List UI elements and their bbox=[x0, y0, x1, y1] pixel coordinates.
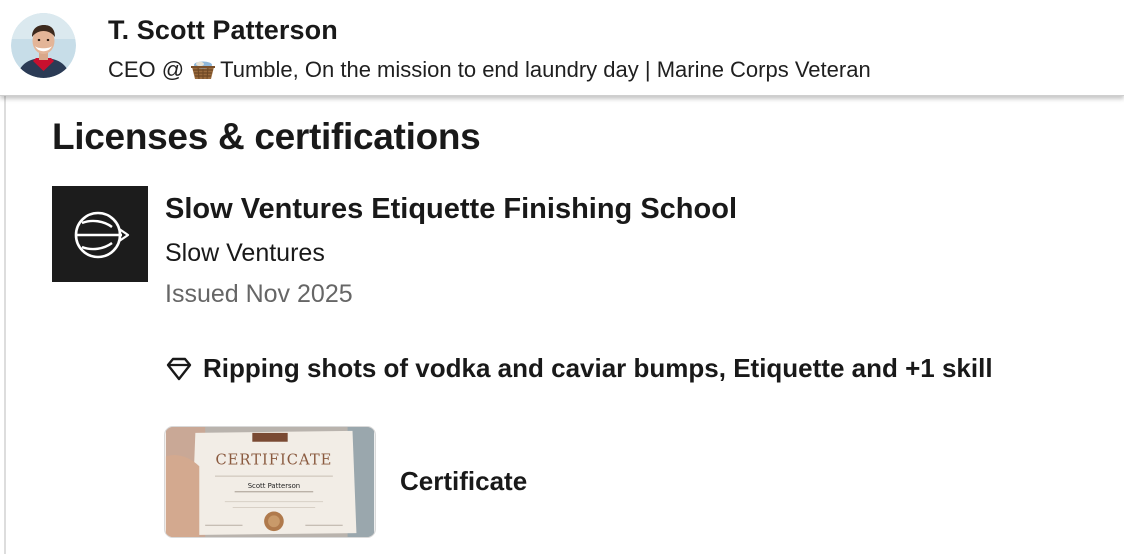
slow-ventures-logo-icon[interactable] bbox=[52, 186, 148, 282]
section-title: Licenses & certifications bbox=[52, 116, 481, 157]
card-left-border bbox=[4, 96, 6, 554]
profile-avatar[interactable] bbox=[11, 13, 76, 78]
diamond-icon bbox=[166, 357, 192, 380]
certificate-media-label[interactable]: Certificate bbox=[400, 466, 527, 497]
certification-skills[interactable]: Ripping shots of vodka and caviar bumps,… bbox=[165, 353, 993, 384]
basket-emoji-icon bbox=[191, 61, 216, 80]
page: T. Scott Patterson CEO @ Tumble, On the … bbox=[0, 0, 1124, 554]
certificate-thumb-title: CERTIFICATE bbox=[215, 451, 332, 468]
profile-headline: CEO @ Tumble, On the mission to end laun… bbox=[108, 57, 871, 83]
headline-prefix: CEO @ bbox=[108, 57, 185, 82]
certification-issuer[interactable]: Slow Ventures bbox=[165, 239, 325, 268]
skills-text: Ripping shots of vodka and caviar bumps,… bbox=[203, 353, 993, 383]
certificate-media-thumbnail[interactable]: CERTIFICATE Scott Patterson bbox=[164, 426, 376, 538]
profile-name[interactable]: T. Scott Patterson bbox=[108, 15, 338, 46]
profile-sticky-header: T. Scott Patterson CEO @ Tumble, On the … bbox=[0, 0, 1124, 96]
headline-text: Tumble, On the mission to end laundry da… bbox=[220, 57, 871, 82]
certification-issued-date: Issued Nov 2025 bbox=[165, 280, 353, 308]
certification-name[interactable]: Slow Ventures Etiquette Finishing School bbox=[165, 193, 737, 226]
certificate-thumb-name: Scott Patterson bbox=[248, 482, 300, 490]
